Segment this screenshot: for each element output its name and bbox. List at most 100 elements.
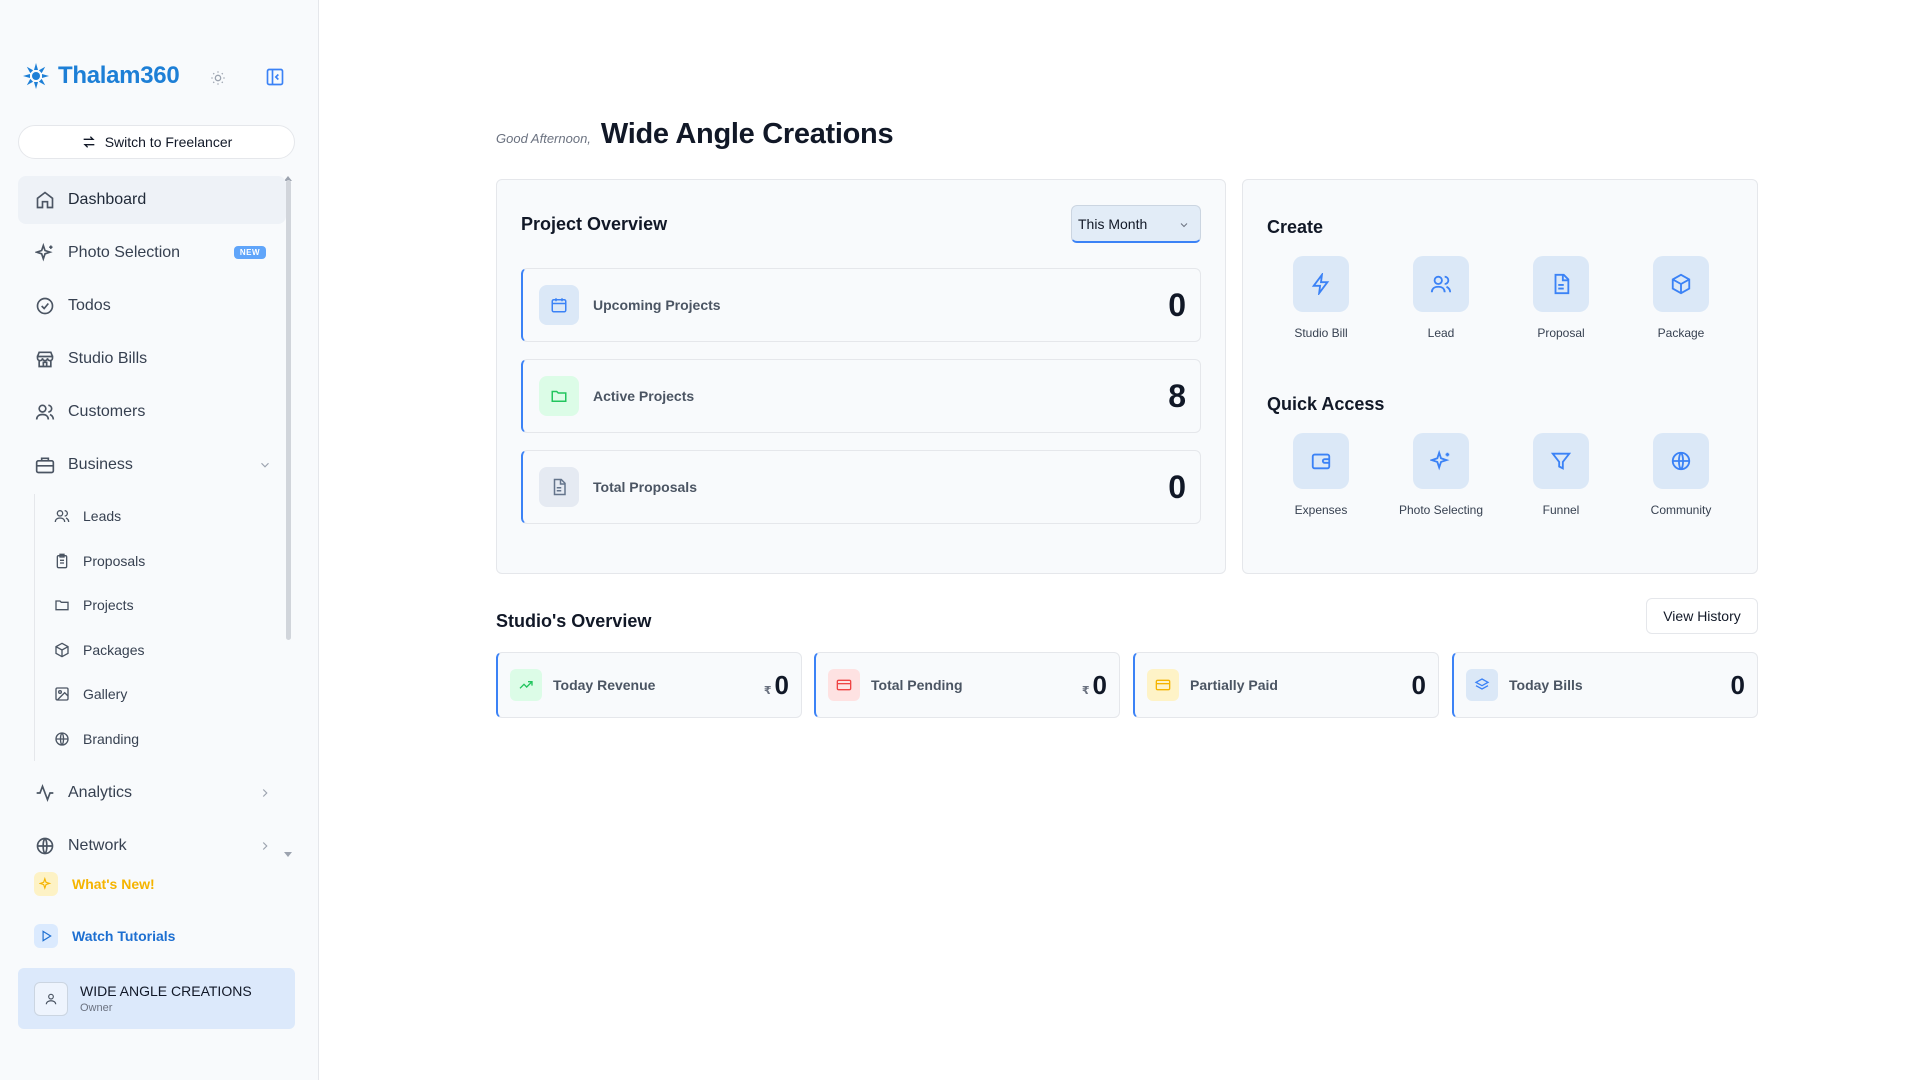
stat-active-projects[interactable]: Active Projects 8 — [521, 359, 1201, 433]
sidebar-item-photo-selection[interactable]: Photo Selection NEW — [18, 229, 286, 277]
stat-total-proposals[interactable]: Total Proposals 0 — [521, 450, 1201, 524]
users-icon — [53, 507, 71, 525]
sidebar-item-proposals[interactable]: Proposals — [47, 539, 286, 584]
sparkles-icon — [34, 872, 58, 896]
card-value: 0 — [1412, 670, 1426, 701]
card-amount: 0 — [774, 669, 789, 700]
period-select[interactable]: This Month — [1071, 205, 1201, 243]
card-label: Today Revenue — [553, 677, 656, 693]
chevron-right-icon — [258, 839, 272, 853]
stat-upcoming-projects[interactable]: Upcoming Projects 0 — [521, 268, 1201, 342]
globe-icon — [1653, 433, 1709, 489]
sidebar-item-label: Projects — [83, 597, 134, 614]
stat-label: Active Projects — [593, 388, 695, 404]
currency-symbol: ₹ — [1081, 684, 1090, 697]
sidebar-item-label: Gallery — [83, 686, 128, 703]
sidebar-item-label: Customers — [68, 403, 146, 420]
card-value: ₹ 0 — [764, 670, 789, 701]
quick-funnel-button[interactable]: Funnel — [1501, 433, 1621, 517]
sidebar-nav: Dashboard Photo Selection NEW Todos Stud… — [18, 176, 286, 875]
brand-name: Thalam360 — [58, 62, 180, 89]
studio-card-total-pending[interactable]: Total Pending ₹ 0 — [814, 652, 1120, 718]
page-header: Good Afternoon, Wide Angle Creations — [496, 118, 894, 151]
sidebar-item-studio-bills[interactable]: Studio Bills — [18, 335, 286, 383]
card-amount: 0 — [1730, 669, 1745, 700]
tile-label: Studio Bill — [1294, 326, 1348, 340]
package-icon — [1653, 256, 1709, 312]
studio-card-today-revenue[interactable]: Today Revenue ₹ 0 — [496, 652, 802, 718]
trending-up-icon — [510, 669, 542, 701]
whats-new-label: What's New! — [72, 876, 155, 892]
sidebar-item-business[interactable]: Business — [18, 441, 286, 489]
tile-label: Proposal — [1537, 326, 1585, 340]
sidebar-item-network[interactable]: Network — [18, 822, 286, 870]
switch-to-freelancer-button[interactable]: Switch to Freelancer — [18, 125, 295, 159]
quick-expenses-button[interactable]: Expenses — [1261, 433, 1381, 517]
tile-label: Photo Selecting — [1398, 503, 1484, 517]
zap-icon — [1293, 256, 1349, 312]
image-icon — [53, 685, 71, 703]
sidebar-item-branding[interactable]: Branding — [47, 717, 286, 762]
card-label: Partially Paid — [1190, 677, 1278, 693]
quick-community-button[interactable]: Community — [1621, 433, 1741, 517]
sparkles-icon — [1413, 433, 1469, 489]
file-text-icon — [1533, 256, 1589, 312]
play-icon — [34, 924, 58, 948]
project-overview-title: Project Overview — [521, 214, 668, 234]
theme-toggle-icon[interactable] — [210, 70, 226, 86]
create-proposal-button[interactable]: Proposal — [1501, 256, 1621, 340]
watch-tutorials-label: Watch Tutorials — [72, 928, 176, 944]
globe-icon — [34, 835, 56, 857]
logo-icon — [22, 62, 50, 90]
quick-photo-selecting-button[interactable]: Photo Selecting — [1381, 433, 1501, 517]
layers-icon — [1466, 669, 1498, 701]
brand[interactable]: Thalam360 — [22, 62, 180, 90]
card-amount: 0 — [1092, 669, 1107, 700]
project-overview-panel: Project Overview This Month Upcoming Pro… — [496, 179, 1226, 574]
create-studio-bill-button[interactable]: Studio Bill — [1261, 256, 1381, 340]
avatar — [34, 981, 68, 1016]
collapse-sidebar-icon[interactable] — [265, 67, 285, 87]
sidebar-item-todos[interactable]: Todos — [18, 282, 286, 330]
credit-card-icon — [828, 669, 860, 701]
sidebar-item-gallery[interactable]: Gallery — [47, 672, 286, 717]
activity-icon — [34, 782, 56, 804]
wallet-icon — [1293, 433, 1349, 489]
check-circle-icon — [34, 295, 56, 317]
calendar-icon — [539, 285, 579, 325]
studio-card-today-bills[interactable]: Today Bills 0 — [1452, 652, 1758, 718]
sidebar-item-packages[interactable]: Packages — [47, 628, 286, 673]
studio-overview-title: Studio's Overview — [496, 611, 652, 631]
store-icon — [34, 348, 56, 370]
filter-icon — [1533, 433, 1589, 489]
view-history-button[interactable]: View History — [1646, 598, 1758, 634]
tile-label: Expenses — [1294, 503, 1348, 517]
sidebar-item-analytics[interactable]: Analytics — [18, 769, 286, 817]
clipboard-icon — [53, 552, 71, 570]
sidebar-scrollbar[interactable] — [286, 180, 291, 640]
sidebar-item-label: Photo Selection — [68, 244, 181, 261]
tile-label: Package — [1657, 326, 1705, 340]
user-profile-card[interactable]: WIDE ANGLE CREATIONS Owner — [18, 968, 295, 1029]
stat-value: 8 — [1168, 377, 1186, 414]
watch-tutorials-link[interactable]: Watch Tutorials — [34, 924, 175, 948]
card-amount: 0 — [1411, 669, 1426, 700]
home-icon — [34, 189, 56, 211]
studio-card-partially-paid[interactable]: Partially Paid 0 — [1133, 652, 1439, 718]
create-panel: Create Studio Bill Lead Proposal Package… — [1242, 179, 1758, 574]
card-value: ₹ 0 — [1082, 670, 1107, 701]
create-title: Create — [1267, 217, 1324, 237]
folder-icon — [539, 376, 579, 416]
user-role: Owner — [80, 1002, 113, 1014]
card-icon — [1147, 669, 1179, 701]
tile-label: Community — [1650, 503, 1712, 517]
package-icon — [53, 641, 71, 659]
create-package-button[interactable]: Package — [1621, 256, 1741, 340]
sidebar-item-customers[interactable]: Customers — [18, 388, 286, 436]
create-lead-button[interactable]: Lead — [1381, 256, 1501, 340]
sidebar-item-dashboard[interactable]: Dashboard — [18, 176, 286, 224]
whats-new-link[interactable]: What's New! — [34, 872, 155, 896]
sidebar-item-leads[interactable]: Leads — [47, 494, 286, 539]
sidebar-item-projects[interactable]: Projects — [47, 583, 286, 628]
users-icon — [1413, 256, 1469, 312]
